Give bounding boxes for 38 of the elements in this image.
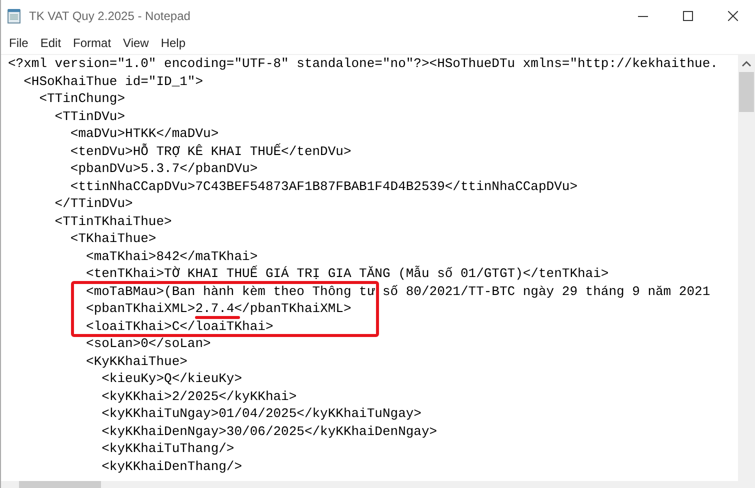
code-line: <KyKKhaiThue> (85, 354, 188, 368)
code-line: <kyKKhaiTuThang/> (100, 441, 234, 456)
horizontal-scrollbar[interactable] (1, 481, 755, 488)
code-line: <tenTKhai>TỜ KHAI THUẾ GIÁ TRỊ GIA TĂNG (Mẫu số 01/GTGT)</tenTKhai> (85, 266, 609, 281)
scroll-thumb[interactable] (739, 72, 754, 112)
window-title: TK VAT Quy 2.2025 - Notepad (29, 9, 190, 23)
code-line: <kyKKhai>2/2025</kyKKhai> (100, 388, 297, 404)
scroll-up-icon[interactable] (742, 61, 751, 67)
code-line: <loaiTKhai>C</loaiTKhai> (85, 318, 274, 334)
code-line: <moTaBMau>(Ban hành kèm theo Thông tư số 80/2021/TT-BTC ngày 29 tháng 9 năm 2021 (85, 284, 710, 298)
menu-item[interactable]: Format (67, 36, 118, 50)
code-line: <?xml version="1.0" encoding="UTF-8" standalone="no"?><HSoThueDTu xmlns="http://kekhaithue. (8, 56, 718, 71)
maximize-icon (682, 11, 692, 21)
menu-item[interactable]: View (117, 36, 155, 50)
menu-item[interactable]: Edit (34, 36, 68, 50)
code-line: <kieuKy>Q</kieuKy> (100, 371, 242, 386)
scroll-thumb[interactable] (19, 481, 101, 488)
code-line: <maTKhai>842</maTKhai> (85, 248, 258, 264)
code-line: <kyKKhaiDenNgay>30/06/2025</kyKKhaiDenNgay> (100, 424, 438, 438)
code-line: <HSoKhaiThue id="ID_1"> (22, 74, 204, 88)
code-line: <TTinDVu> (54, 108, 126, 124)
vertical-scrollbar[interactable] (738, 55, 755, 481)
code-line: <kyKKhaiDenThang/> (100, 458, 242, 474)
code-line: <kyKKhaiTuNgay>01/04/2025</kyKKhaiTuNgay> (100, 406, 422, 421)
notepad-icon (6, 8, 22, 24)
close-icon (728, 11, 738, 21)
code-line: <tenDVu>HỖ TRỢ KÊ KHAI THUẾ</tenDVu> (69, 144, 352, 158)
code-line: <ttinNhaCCapDVu>7C43BEF54873AF1B87FBAB1F4D4B2539</ttinNhaCCapDVu> (69, 178, 578, 194)
code-line: <TKhaiThue> (69, 231, 156, 246)
code-line: <TTinTKhaiThue> (54, 214, 172, 228)
code-line: <pbanTKhaiXML>2.7.4</pbanTKhaiXML> (85, 301, 352, 316)
code-line: </TTinDVu> (54, 196, 133, 211)
code-line: <pbanDVu>5.3.7</pbanDVu> (69, 161, 258, 176)
code-line: <TTinChung> (38, 91, 126, 106)
menu-item[interactable]: File (3, 36, 34, 50)
menu-item[interactable]: Help (154, 36, 192, 50)
code-line: <maDVu>HTKK</maDVu> (69, 126, 219, 141)
code-line: <soLan>0</soLan> (85, 336, 211, 351)
